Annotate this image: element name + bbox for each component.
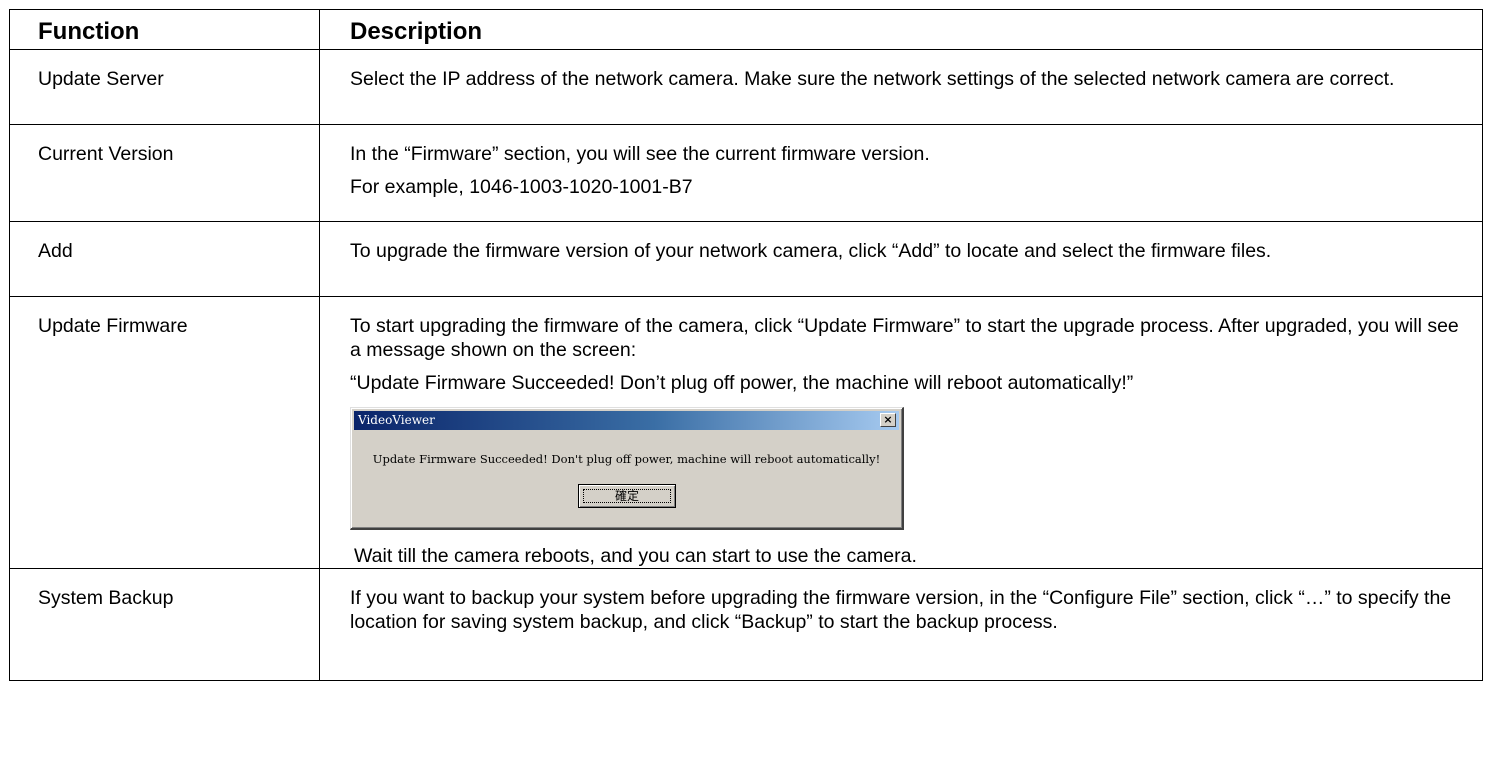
close-icon[interactable]: × xyxy=(880,413,896,427)
description-cell: In the “Firmware” section, you will see … xyxy=(319,124,1483,222)
description-cell: To start upgrading the firmware of the c… xyxy=(319,296,1483,569)
description-text: Wait till the camera reboots, and you ca… xyxy=(354,545,917,567)
function-cell: Add xyxy=(9,221,320,297)
table-row: Update Firmware To start upgrading the f… xyxy=(9,296,1483,569)
table-row: Add To upgrade the firmware version of y… xyxy=(9,221,1483,297)
description-text: To start upgrading the firmware of the c… xyxy=(350,315,1459,361)
table-row: System Backup If you want to backup your… xyxy=(9,568,1483,681)
dialog-titlebar: VideoViewer × xyxy=(354,411,899,430)
table-row: Current Version In the “Firmware” sectio… xyxy=(9,124,1483,222)
description-text: To upgrade the firmware version of your … xyxy=(350,240,1272,262)
description-column-header: Description xyxy=(319,9,1483,50)
description-text: Select the IP address of the network cam… xyxy=(350,68,1395,90)
description-text: In the “Firmware” section, you will see … xyxy=(350,143,930,165)
ok-button[interactable]: 確定 xyxy=(578,484,676,508)
table-header-row: Function Description xyxy=(9,9,1483,50)
description-cell: To upgrade the firmware version of your … xyxy=(319,221,1483,297)
dialog-title: VideoViewer xyxy=(358,413,435,427)
description-cell: If you want to backup your system before… xyxy=(319,568,1483,681)
function-column-header: Function xyxy=(9,9,320,50)
description-text: If you want to backup your system before… xyxy=(350,587,1452,633)
function-cell: System Backup xyxy=(9,568,320,681)
example-text: For example, 1046-1003-1020-1001-B7 xyxy=(350,176,693,198)
quoted-message: “Update Firmware Succeeded! Don’t plug o… xyxy=(350,372,1134,394)
function-cell: Update Firmware xyxy=(9,296,320,569)
dialog-message: Update Firmware Succeeded! Don't plug of… xyxy=(372,452,881,466)
function-table: Function Description Update Server Selec… xyxy=(9,9,1483,681)
table-row: Update Server Select the IP address of t… xyxy=(9,49,1483,125)
function-cell: Update Server xyxy=(9,49,320,125)
description-cell: Select the IP address of the network cam… xyxy=(319,49,1483,125)
function-cell: Current Version xyxy=(9,124,320,222)
focus-outline xyxy=(583,489,671,503)
dialog-screenshot: VideoViewer × Update Firmware Succeeded!… xyxy=(350,407,904,530)
